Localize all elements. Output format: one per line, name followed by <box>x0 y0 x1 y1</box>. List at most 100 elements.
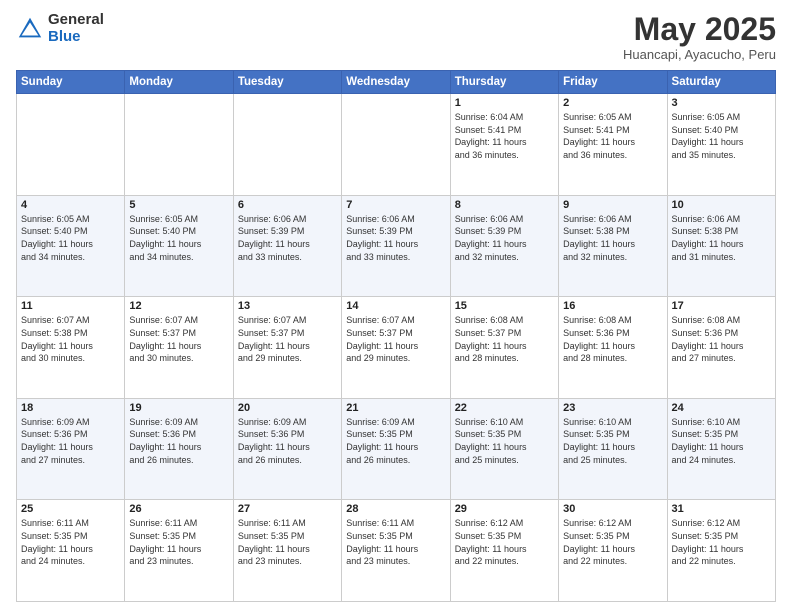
day-number: 30 <box>563 503 662 515</box>
calendar-cell-1-6: 10Sunrise: 6:06 AM Sunset: 5:38 PM Dayli… <box>667 195 775 297</box>
calendar-cell-0-2 <box>233 94 341 196</box>
day-number: 26 <box>129 503 228 515</box>
day-info: Sunrise: 6:08 AM Sunset: 5:36 PM Dayligh… <box>672 314 771 364</box>
calendar-cell-0-0 <box>17 94 125 196</box>
calendar-cell-1-0: 4Sunrise: 6:05 AM Sunset: 5:40 PM Daylig… <box>17 195 125 297</box>
day-number: 24 <box>672 402 771 414</box>
calendar-cell-4-3: 28 Sunrise: 6:11 AM Sunset: 5:35 PM Dayli… <box>342 500 450 602</box>
calendar-cell-0-4: 1 Sunrise: 6:04 AM Sunset: 5:41 PM Daylig… <box>450 94 558 196</box>
calendar-cell-0-5: 2 Sunrise: 6:05 AM Sunset: 5:41 PM Daylig… <box>559 94 667 196</box>
header-sunday: Sunday <box>17 71 125 94</box>
day-number: 28 <box>346 503 445 515</box>
calendar-cell-2-6: 17 Sunrise: 6:08 AM Sunset: 5:36 PM Dayli… <box>667 297 775 399</box>
day-number: 25 <box>21 503 120 515</box>
logo: General Blue <box>16 12 104 45</box>
calendar-cell-2-2: 13 Sunrise: 6:07 AM Sunset: 5:37 PM Dayli… <box>233 297 341 399</box>
day-number: 9 <box>563 199 662 211</box>
calendar-cell-3-5: 23 Sunrise: 6:10 AM Sunset: 5:35 PM Dayli… <box>559 398 667 500</box>
day-info: Sunrise: 6:10 AM Sunset: 5:35 PM Dayligh… <box>563 416 662 466</box>
calendar-cell-2-3: 14 Sunrise: 6:07 AM Sunset: 5:37 PM Dayli… <box>342 297 450 399</box>
day-info: Sunrise: 6:04 AM Sunset: 5:41 PM Dayligh… <box>455 111 554 161</box>
day-number: 23 <box>563 402 662 414</box>
day-info: Sunrise: 6:05 AM Sunset: 5:40 PM Dayligh… <box>672 111 771 161</box>
day-info: Sunrise: 6:06 AM Sunset: 5:38 PM Dayligh… <box>563 213 662 263</box>
calendar-cell-0-3 <box>342 94 450 196</box>
day-info: Sunrise: 6:07 AM Sunset: 5:38 PM Dayligh… <box>21 314 120 364</box>
day-number: 16 <box>563 300 662 312</box>
day-number: 7 <box>346 199 445 211</box>
calendar-cell-1-4: 8Sunrise: 6:06 AM Sunset: 5:39 PM Daylig… <box>450 195 558 297</box>
header: General Blue May 2025 Huancapi, Ayacucho… <box>16 12 776 62</box>
day-number: 15 <box>455 300 554 312</box>
day-info: Sunrise: 6:10 AM Sunset: 5:35 PM Dayligh… <box>672 416 771 466</box>
calendar-cell-3-1: 19Sunrise: 6:09 AM Sunset: 5:36 PM Dayli… <box>125 398 233 500</box>
header-tuesday: Tuesday <box>233 71 341 94</box>
day-info: Sunrise: 6:11 AM Sunset: 5:35 PM Dayligh… <box>346 517 445 567</box>
day-number: 31 <box>672 503 771 515</box>
day-info: Sunrise: 6:07 AM Sunset: 5:37 PM Dayligh… <box>346 314 445 364</box>
header-wednesday: Wednesday <box>342 71 450 94</box>
calendar-cell-4-2: 27 Sunrise: 6:11 AM Sunset: 5:35 PM Dayli… <box>233 500 341 602</box>
calendar-row-4: 25 Sunrise: 6:11 AM Sunset: 5:35 PM Dayli… <box>17 500 776 602</box>
day-number: 13 <box>238 300 337 312</box>
calendar-cell-3-2: 20 Sunrise: 6:09 AM Sunset: 5:36 PM Dayli… <box>233 398 341 500</box>
day-info: Sunrise: 6:11 AM Sunset: 5:35 PM Dayligh… <box>238 517 337 567</box>
calendar-cell-2-0: 11 Sunrise: 6:07 AM Sunset: 5:38 PM Dayli… <box>17 297 125 399</box>
day-info: Sunrise: 6:12 AM Sunset: 5:35 PM Dayligh… <box>455 517 554 567</box>
day-number: 27 <box>238 503 337 515</box>
title-block: May 2025 Huancapi, Ayacucho, Peru <box>623 12 776 62</box>
logo-icon <box>16 15 44 43</box>
day-number: 19 <box>129 402 228 414</box>
day-info: Sunrise: 6:12 AM Sunset: 5:35 PM Dayligh… <box>672 517 771 567</box>
logo-general-label: General <box>48 12 104 29</box>
day-number: 3 <box>672 97 771 109</box>
location-subtitle: Huancapi, Ayacucho, Peru <box>623 47 776 62</box>
day-info: Sunrise: 6:08 AM Sunset: 5:37 PM Dayligh… <box>455 314 554 364</box>
day-info: Sunrise: 6:05 AM Sunset: 5:41 PM Dayligh… <box>563 111 662 161</box>
calendar-header-row: Sunday Monday Tuesday Wednesday Thursday… <box>17 71 776 94</box>
calendar-cell-1-1: 5Sunrise: 6:05 AM Sunset: 5:40 PM Daylig… <box>125 195 233 297</box>
day-info: Sunrise: 6:11 AM Sunset: 5:35 PM Dayligh… <box>129 517 228 567</box>
calendar-cell-4-6: 31 Sunrise: 6:12 AM Sunset: 5:35 PM Dayli… <box>667 500 775 602</box>
calendar-cell-4-1: 26 Sunrise: 6:11 AM Sunset: 5:35 PM Dayli… <box>125 500 233 602</box>
calendar-cell-4-4: 29Sunrise: 6:12 AM Sunset: 5:35 PM Dayli… <box>450 500 558 602</box>
page: General Blue May 2025 Huancapi, Ayacucho… <box>0 0 792 612</box>
day-info: Sunrise: 6:07 AM Sunset: 5:37 PM Dayligh… <box>238 314 337 364</box>
calendar-table: Sunday Monday Tuesday Wednesday Thursday… <box>16 70 776 602</box>
calendar-cell-4-0: 25Sunrise: 6:11 AM Sunset: 5:35 PM Dayli… <box>17 500 125 602</box>
header-thursday: Thursday <box>450 71 558 94</box>
day-number: 2 <box>563 97 662 109</box>
calendar-cell-1-2: 6Sunrise: 6:06 AM Sunset: 5:39 PM Daylig… <box>233 195 341 297</box>
calendar-cell-0-1 <box>125 94 233 196</box>
day-info: Sunrise: 6:09 AM Sunset: 5:36 PM Dayligh… <box>21 416 120 466</box>
header-friday: Friday <box>559 71 667 94</box>
calendar-cell-1-5: 9 Sunrise: 6:06 AM Sunset: 5:38 PM Daylig… <box>559 195 667 297</box>
day-number: 10 <box>672 199 771 211</box>
day-info: Sunrise: 6:08 AM Sunset: 5:36 PM Dayligh… <box>563 314 662 364</box>
day-number: 11 <box>21 300 120 312</box>
day-number: 17 <box>672 300 771 312</box>
calendar-cell-3-3: 21 Sunrise: 6:09 AM Sunset: 5:35 PM Dayli… <box>342 398 450 500</box>
calendar-cell-4-5: 30Sunrise: 6:12 AM Sunset: 5:35 PM Dayli… <box>559 500 667 602</box>
header-monday: Monday <box>125 71 233 94</box>
day-info: Sunrise: 6:10 AM Sunset: 5:35 PM Dayligh… <box>455 416 554 466</box>
calendar-cell-1-3: 7Sunrise: 6:06 AM Sunset: 5:39 PM Daylig… <box>342 195 450 297</box>
day-number: 22 <box>455 402 554 414</box>
day-info: Sunrise: 6:06 AM Sunset: 5:39 PM Dayligh… <box>238 213 337 263</box>
day-info: Sunrise: 6:09 AM Sunset: 5:36 PM Dayligh… <box>238 416 337 466</box>
day-info: Sunrise: 6:09 AM Sunset: 5:35 PM Dayligh… <box>346 416 445 466</box>
day-number: 4 <box>21 199 120 211</box>
day-number: 21 <box>346 402 445 414</box>
calendar-row-1: 4 Sunrise: 6:05 AM Sunset: 5:40 PM Daylig… <box>17 195 776 297</box>
day-number: 18 <box>21 402 120 414</box>
day-number: 1 <box>455 97 554 109</box>
month-title: May 2025 <box>623 12 776 47</box>
day-number: 12 <box>129 300 228 312</box>
day-number: 20 <box>238 402 337 414</box>
calendar-cell-2-4: 15 Sunrise: 6:08 AM Sunset: 5:37 PM Dayli… <box>450 297 558 399</box>
calendar-cell-3-4: 22 Sunrise: 6:10 AM Sunset: 5:35 PM Dayli… <box>450 398 558 500</box>
calendar-cell-0-6: 3 Sunrise: 6:05 AM Sunset: 5:40 PM Daylig… <box>667 94 775 196</box>
day-number: 14 <box>346 300 445 312</box>
day-info: Sunrise: 6:05 AM Sunset: 5:40 PM Dayligh… <box>129 213 228 263</box>
logo-text: General Blue <box>48 12 104 45</box>
